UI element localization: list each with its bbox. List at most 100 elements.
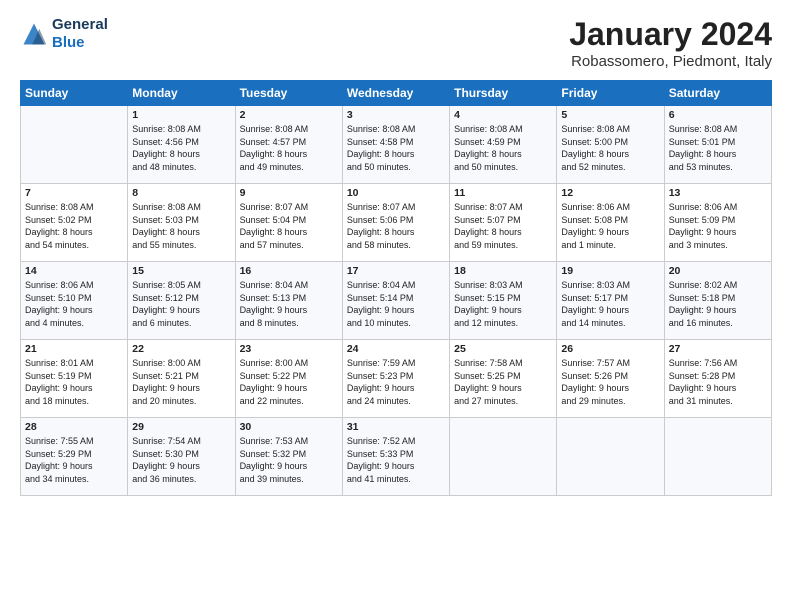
day-number: 31 [347,421,445,433]
day-number: 3 [347,109,445,121]
day-number: 23 [240,343,338,355]
calendar-cell: 14 Sunrise: 8:06 AM Sunset: 5:10 PM Dayli… [21,262,128,340]
day-number: 18 [454,265,552,277]
week-row-4: 21Sunrise: 8:01 AM Sunset: 5:19 PM Dayli… [21,340,772,418]
day-number: 27 [669,343,767,355]
day-number: 12 [561,187,659,199]
header-row: SundayMondayTuesdayWednesdayThursdayFrid… [21,81,772,106]
day-info: Sunrise: 8:08 AM Sunset: 4:57 PM Dayligh… [240,123,338,173]
day-header-monday: Monday [128,81,235,106]
day-info: Sunrise: 8:08 AM Sunset: 5:03 PM Dayligh… [132,201,230,251]
day-info: Sunrise: 8:04 AM Sunset: 5:14 PM Dayligh… [347,279,445,329]
day-number: 26 [561,343,659,355]
calendar-cell: 27 Sunrise: 7:56 AM Sunset: 5:28 PM Dayli… [664,340,771,418]
calendar-cell: 9 Sunrise: 8:07 AM Sunset: 5:04 PM Daylig… [235,184,342,262]
day-info: Sunrise: 8:04 AM Sunset: 5:13 PM Dayligh… [240,279,338,329]
calendar-cell: 31 Sunrise: 7:52 AM Sunset: 5:33 PM Dayli… [342,418,449,496]
day-info: Sunrise: 7:52 AM Sunset: 5:33 PM Dayligh… [347,435,445,485]
day-number: 17 [347,265,445,277]
day-info: Sunrise: 7:58 AM Sunset: 5:25 PM Dayligh… [454,357,552,407]
calendar-cell: 6 Sunrise: 8:08 AM Sunset: 5:01 PM Daylig… [664,106,771,184]
calendar-cell: 7 Sunrise: 8:08 AM Sunset: 5:02 PM Daylig… [21,184,128,262]
calendar-cell: 24 Sunrise: 7:59 AM Sunset: 5:23 PM Dayli… [342,340,449,418]
calendar-cell: 10Sunrise: 8:07 AM Sunset: 5:06 PM Dayli… [342,184,449,262]
day-number: 21 [25,343,123,355]
day-header-saturday: Saturday [664,81,771,106]
calendar-cell: 30 Sunrise: 7:53 AM Sunset: 5:32 PM Dayli… [235,418,342,496]
calendar-cell: 29Sunrise: 7:54 AM Sunset: 5:30 PM Dayli… [128,418,235,496]
logo: General Blue [20,16,108,52]
calendar-cell: 22Sunrise: 8:00 AM Sunset: 5:21 PM Dayli… [128,340,235,418]
day-info: Sunrise: 8:08 AM Sunset: 4:59 PM Dayligh… [454,123,552,173]
day-info: Sunrise: 8:07 AM Sunset: 5:06 PM Dayligh… [347,201,445,251]
day-info: Sunrise: 8:06 AM Sunset: 5:09 PM Dayligh… [669,201,767,251]
day-number: 11 [454,187,552,199]
day-header-wednesday: Wednesday [342,81,449,106]
day-header-thursday: Thursday [450,81,557,106]
calendar-cell: 26 Sunrise: 7:57 AM Sunset: 5:26 PM Dayli… [557,340,664,418]
week-row-1: 1 Sunrise: 8:08 AM Sunset: 4:56 PM Daylig… [21,106,772,184]
day-info: Sunrise: 8:06 AM Sunset: 5:10 PM Dayligh… [25,279,123,329]
calendar-cell [450,418,557,496]
day-info: Sunrise: 7:53 AM Sunset: 5:32 PM Dayligh… [240,435,338,485]
calendar-cell: 13 Sunrise: 8:06 AM Sunset: 5:09 PM Dayli… [664,184,771,262]
day-info: Sunrise: 7:59 AM Sunset: 5:23 PM Dayligh… [347,357,445,407]
logo-icon [20,20,48,48]
calendar-cell: 11 Sunrise: 8:07 AM Sunset: 5:07 PM Dayli… [450,184,557,262]
page: General Blue January 2024 Robassomero, P… [0,0,792,612]
calendar-cell [664,418,771,496]
calendar-cell: 18 Sunrise: 8:03 AM Sunset: 5:15 PM Dayli… [450,262,557,340]
day-info: Sunrise: 8:07 AM Sunset: 5:07 PM Dayligh… [454,201,552,251]
calendar-cell: 8Sunrise: 8:08 AM Sunset: 5:03 PM Daylig… [128,184,235,262]
calendar-cell: 15Sunrise: 8:05 AM Sunset: 5:12 PM Dayli… [128,262,235,340]
week-row-3: 14 Sunrise: 8:06 AM Sunset: 5:10 PM Dayli… [21,262,772,340]
calendar-cell: 20Sunrise: 8:02 AM Sunset: 5:18 PM Dayli… [664,262,771,340]
day-number: 6 [669,109,767,121]
day-number: 5 [561,109,659,121]
month-title: January 2024 [569,16,772,53]
calendar-cell: 3 Sunrise: 8:08 AM Sunset: 4:58 PM Daylig… [342,106,449,184]
day-number: 28 [25,421,123,433]
day-number: 22 [132,343,230,355]
day-info: Sunrise: 8:00 AM Sunset: 5:22 PM Dayligh… [240,357,338,407]
calendar-cell: 25 Sunrise: 7:58 AM Sunset: 5:25 PM Dayli… [450,340,557,418]
day-number: 7 [25,187,123,199]
day-number: 25 [454,343,552,355]
day-info: Sunrise: 7:55 AM Sunset: 5:29 PM Dayligh… [25,435,123,485]
day-header-tuesday: Tuesday [235,81,342,106]
calendar-cell: 2Sunrise: 8:08 AM Sunset: 4:57 PM Daylig… [235,106,342,184]
day-info: Sunrise: 8:08 AM Sunset: 5:01 PM Dayligh… [669,123,767,173]
location: Robassomero, Piedmont, Italy [569,53,772,70]
day-number: 30 [240,421,338,433]
calendar-cell [557,418,664,496]
day-number: 13 [669,187,767,199]
day-number: 9 [240,187,338,199]
day-number: 29 [132,421,230,433]
day-info: Sunrise: 7:56 AM Sunset: 5:28 PM Dayligh… [669,357,767,407]
day-number: 15 [132,265,230,277]
day-info: Sunrise: 8:08 AM Sunset: 5:02 PM Dayligh… [25,201,123,251]
day-info: Sunrise: 8:03 AM Sunset: 5:17 PM Dayligh… [561,279,659,329]
calendar-cell: 4Sunrise: 8:08 AM Sunset: 4:59 PM Daylig… [450,106,557,184]
day-info: Sunrise: 8:08 AM Sunset: 4:58 PM Dayligh… [347,123,445,173]
day-number: 19 [561,265,659,277]
calendar-cell: 12Sunrise: 8:06 AM Sunset: 5:08 PM Dayli… [557,184,664,262]
day-info: Sunrise: 8:07 AM Sunset: 5:04 PM Dayligh… [240,201,338,251]
day-info: Sunrise: 7:57 AM Sunset: 5:26 PM Dayligh… [561,357,659,407]
calendar-cell: 17 Sunrise: 8:04 AM Sunset: 5:14 PM Dayli… [342,262,449,340]
day-number: 1 [132,109,230,121]
day-info: Sunrise: 8:08 AM Sunset: 4:56 PM Dayligh… [132,123,230,173]
calendar-cell: 1 Sunrise: 8:08 AM Sunset: 4:56 PM Daylig… [128,106,235,184]
logo-text: General Blue [52,16,108,52]
calendar-table: SundayMondayTuesdayWednesdayThursdayFrid… [20,80,772,496]
day-number: 14 [25,265,123,277]
week-row-5: 28 Sunrise: 7:55 AM Sunset: 5:29 PM Dayli… [21,418,772,496]
title-block: January 2024 Robassomero, Piedmont, Ital… [569,16,772,70]
header: General Blue January 2024 Robassomero, P… [20,16,772,70]
week-row-2: 7 Sunrise: 8:08 AM Sunset: 5:02 PM Daylig… [21,184,772,262]
day-number: 24 [347,343,445,355]
calendar-cell: 16Sunrise: 8:04 AM Sunset: 5:13 PM Dayli… [235,262,342,340]
calendar-cell: 5Sunrise: 8:08 AM Sunset: 5:00 PM Daylig… [557,106,664,184]
calendar-cell: 28 Sunrise: 7:55 AM Sunset: 5:29 PM Dayli… [21,418,128,496]
day-info: Sunrise: 8:03 AM Sunset: 5:15 PM Dayligh… [454,279,552,329]
